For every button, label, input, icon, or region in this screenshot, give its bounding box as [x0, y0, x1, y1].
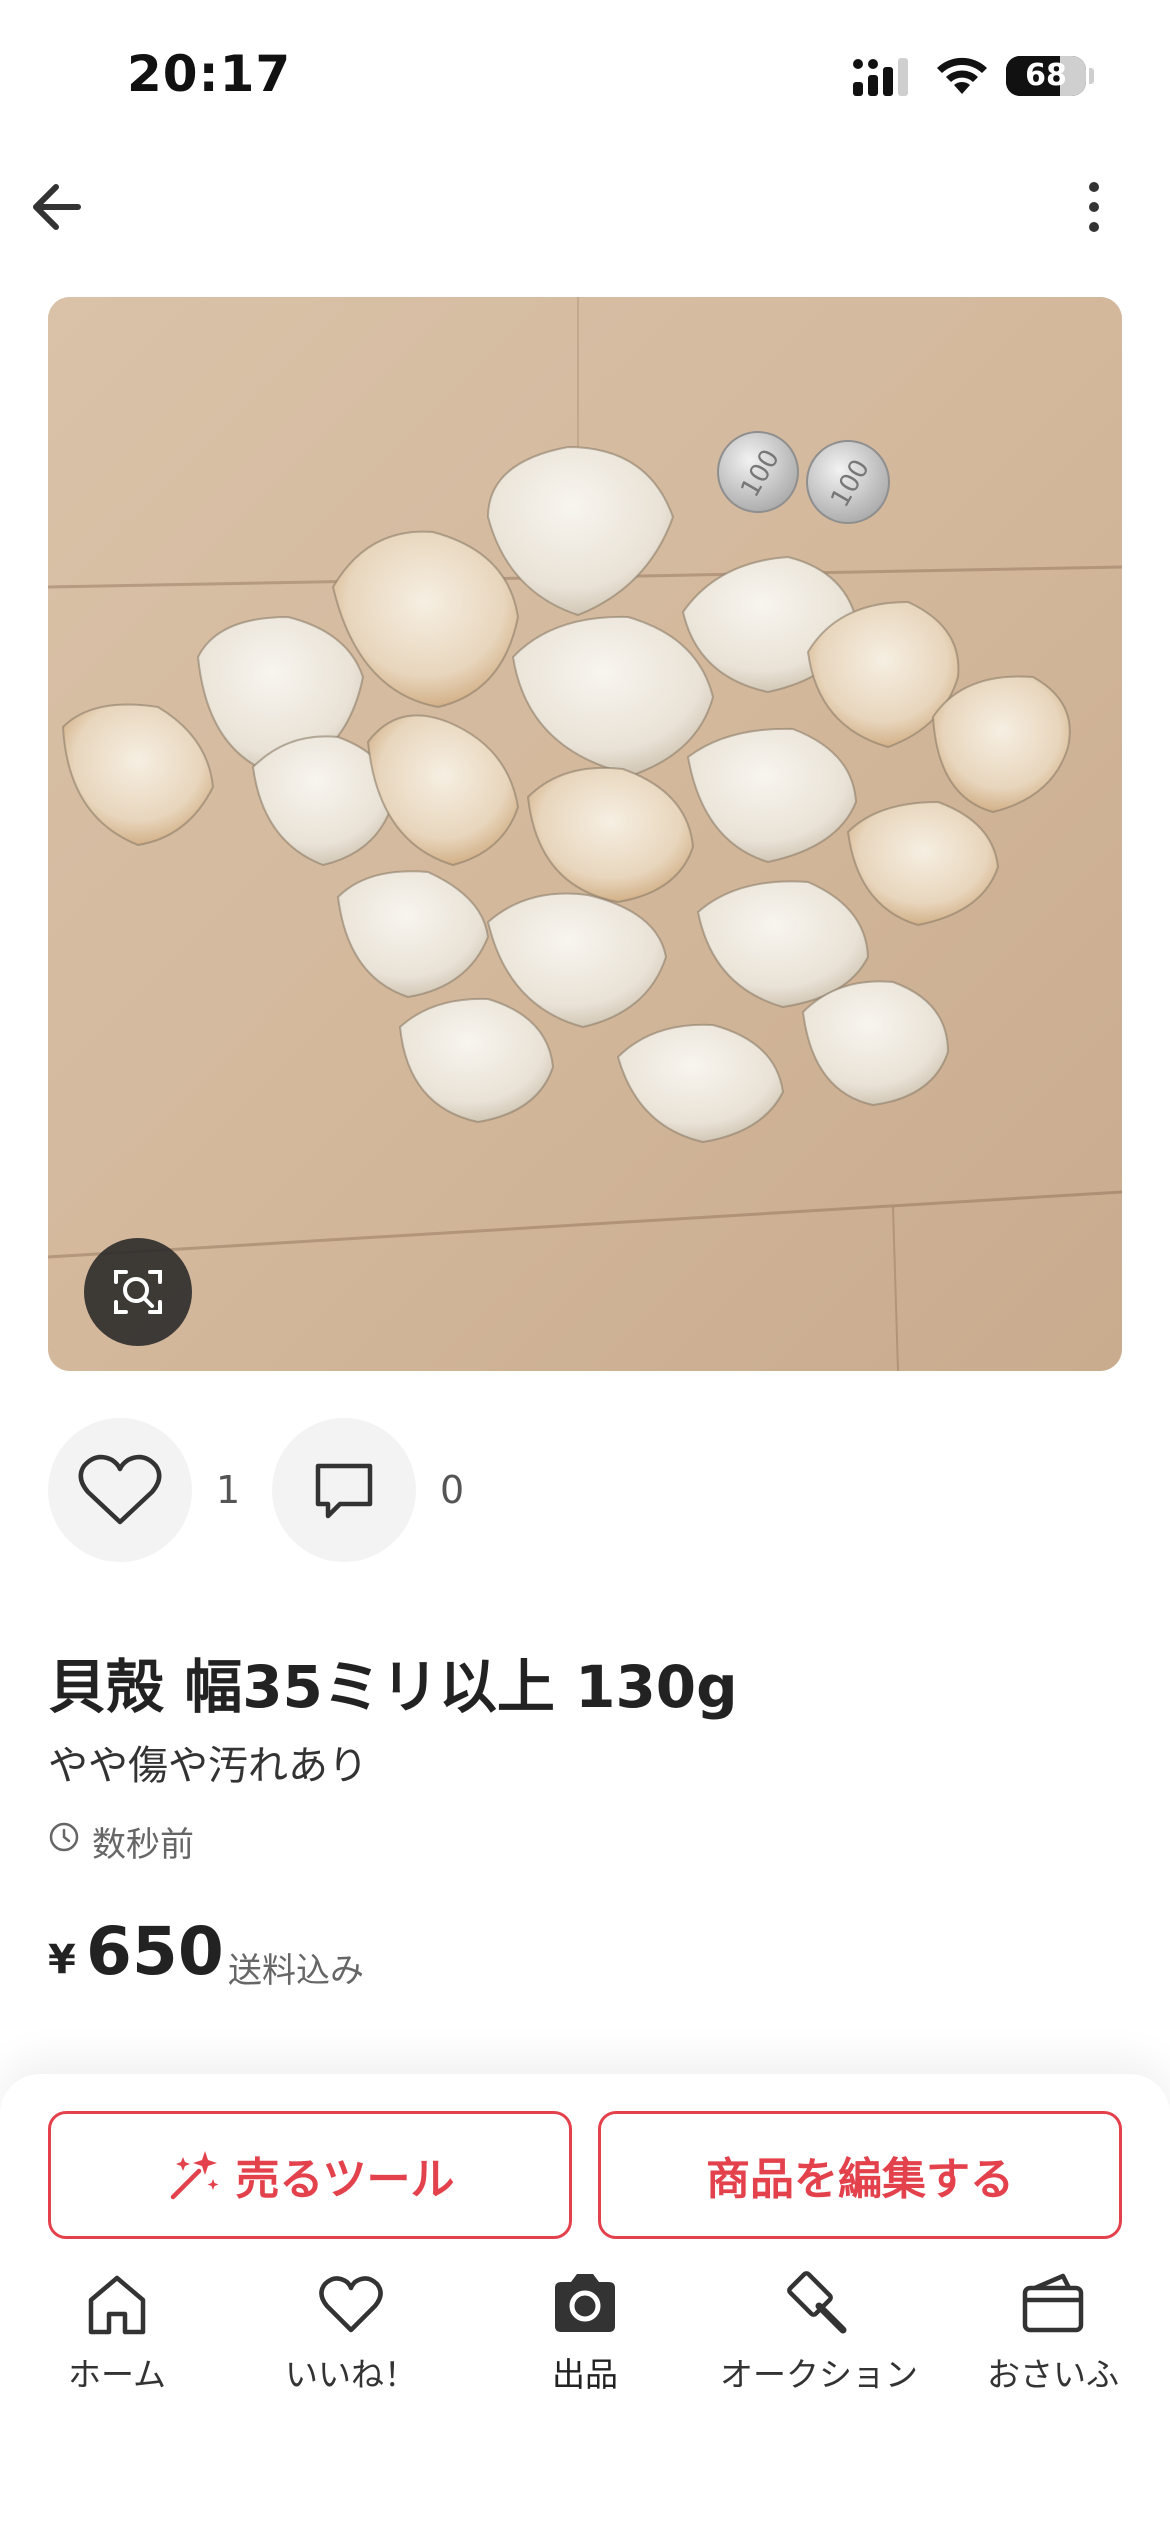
nav-home[interactable]: ホーム: [0, 2270, 234, 2396]
seashells-photo: 100 100: [48, 297, 1122, 1371]
posted-time: 数秒前: [92, 1825, 194, 1865]
sparkle-wand-icon: [171, 2151, 219, 2200]
edit-item-button[interactable]: 商品を編集する: [598, 2111, 1122, 2239]
nav-auction-label: オークション: [720, 2355, 918, 2394]
nav-wallet-label: おさいふ: [987, 2355, 1119, 2394]
nav-sell-label: 出品: [552, 2355, 618, 2394]
battery-level: 68: [1025, 58, 1067, 93]
comment-count: 0: [440, 1468, 465, 1512]
shipping-note: 送料込み: [228, 1951, 364, 1991]
home-icon: [88, 2275, 146, 2335]
gavel-icon: [787, 2271, 847, 2334]
wifi-icon: [937, 57, 987, 94]
item-title: 貝殻 幅35ミリ以上 130g: [48, 1653, 738, 1721]
camera-icon: [555, 2274, 615, 2332]
nav-wallet[interactable]: おさいふ: [936, 2270, 1170, 2396]
item-condition: やや傷や汚れあり: [48, 1743, 368, 1789]
heart-icon: [319, 2276, 383, 2333]
heart-icon: [78, 1454, 162, 1525]
sell-tool-button[interactable]: 売るツール: [48, 2111, 572, 2239]
cellular-signal-icon: [853, 58, 908, 96]
sell-tool-label: 売るツール: [235, 2154, 455, 2205]
arrow-left-icon[interactable]: [28, 172, 98, 242]
currency-symbol: ¥: [48, 1937, 76, 1983]
comment-button[interactable]: [272, 1418, 416, 1562]
battery-tip: [1089, 68, 1094, 84]
nav-home-label: ホーム: [67, 2355, 166, 2394]
like-count: 1: [216, 1468, 241, 1512]
wallet-icon: [1022, 2273, 1084, 2333]
nav-sell[interactable]: 出品: [468, 2270, 702, 2396]
image-search-icon: [114, 1270, 162, 1314]
status-time: 20:17: [127, 45, 292, 103]
clock-icon: [49, 1822, 79, 1852]
product-photo[interactable]: 100 100: [48, 297, 1122, 1371]
vertical-dots-icon[interactable]: [1070, 172, 1118, 242]
nav-likes-label: いいね！: [285, 2355, 417, 2394]
battery-indicator: 68: [1006, 56, 1086, 96]
item-price: 650: [86, 1913, 224, 1990]
image-search-button[interactable]: [84, 1238, 192, 1346]
nav-auction[interactable]: オークション: [702, 2270, 936, 2396]
comment-icon: [315, 1463, 373, 1519]
like-button[interactable]: [48, 1418, 192, 1562]
nav-likes[interactable]: いいね！: [234, 2270, 468, 2396]
edit-item-label: 商品を編集する: [706, 2154, 1014, 2205]
